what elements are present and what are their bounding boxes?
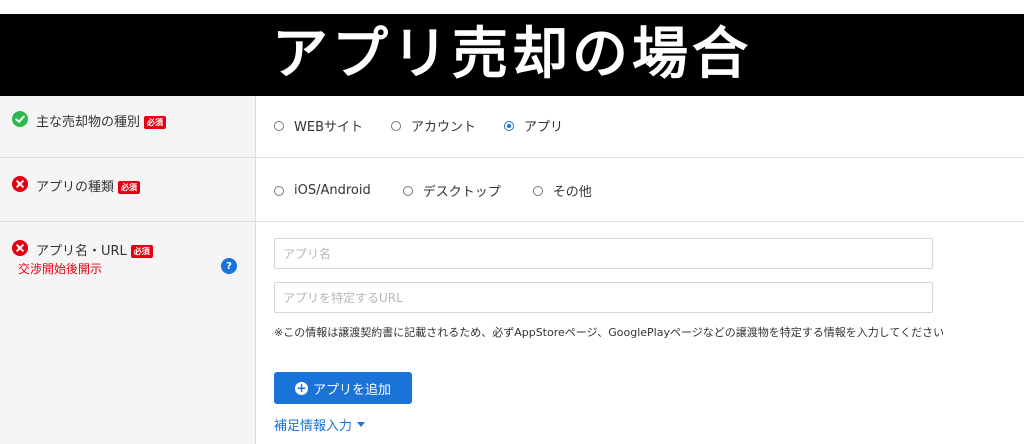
radio-desktop-dot[interactable]	[402, 185, 413, 196]
add-app-button[interactable]: + アプリを追加	[274, 372, 412, 404]
row-sale-type: 主な売却物の種別 必須 WEBサイト アカウント アプリ	[0, 96, 1024, 158]
radio-website-label: WEBサイト	[294, 120, 363, 135]
disclosure-note: ※この情報は譲渡契約書に記載されるため、必ずAppStoreページ、Google…	[274, 326, 945, 339]
required-badge: 必須	[144, 116, 167, 129]
field-app-name-url: ※この情報は譲渡契約書に記載されるため、必ずAppStoreページ、Google…	[256, 222, 1024, 444]
radio-desktop[interactable]: デスクトップ	[402, 181, 501, 200]
help-icon[interactable]: ?	[221, 258, 237, 274]
radio-app[interactable]: アプリ	[504, 116, 563, 135]
row-label-app-name-url: アプリ名・URL 必須 交渉開始後開示 ?	[0, 222, 256, 444]
radio-app-dot[interactable]	[504, 120, 515, 131]
radio-account-label: アカウント	[411, 120, 477, 135]
radio-ios-android[interactable]: iOS/Android	[274, 183, 371, 198]
required-badge: 必須	[130, 245, 153, 258]
reveal-after-negotiation-note: 交渉開始後開示	[18, 262, 103, 276]
app-name-input[interactable]	[274, 238, 933, 269]
radio-other-dot[interactable]	[532, 185, 543, 196]
label-app-name-url: アプリ名・URL 必須	[36, 240, 153, 259]
row-label-app-kind: アプリの種類 必須	[0, 158, 256, 221]
label-app-kind: アプリの種類 必須	[36, 176, 141, 195]
banner: アプリ売却の場合	[0, 14, 1024, 96]
error-icon	[12, 240, 28, 256]
supplementary-info-link[interactable]: 補足情報入力	[274, 415, 366, 434]
radio-account[interactable]: アカウント	[391, 116, 476, 135]
check-icon	[12, 111, 28, 127]
radio-desktop-label: デスクトップ	[422, 185, 501, 200]
row-app-name-url: アプリ名・URL必須 交渉開始後開示 ? ※この情報は譲渡契約書に記載されるため…	[0, 222, 1024, 444]
radio-app-label: アプリ	[524, 120, 564, 135]
radio-other-label: その他	[552, 185, 592, 200]
radio-group-sale-type: WEBサイト アカウント アプリ	[274, 116, 563, 135]
row-app-kind: アプリの種類 必須 iOS/Android デスクトップ その他	[0, 158, 1024, 222]
radio-ios-android-dot[interactable]	[274, 185, 284, 196]
app-url-input[interactable]	[274, 282, 933, 313]
radio-ios-android-label: iOS/Android	[294, 183, 371, 198]
supplementary-info-label: 補足情報入力	[274, 419, 353, 434]
radio-website-dot[interactable]	[274, 120, 284, 131]
banner-title: アプリ売却の場合	[272, 22, 752, 87]
label-app-name-url-text: アプリ名・URL	[36, 244, 127, 259]
row-label-sale-type: 主な売却物の種別 必須	[0, 96, 256, 157]
field-sale-type: WEBサイト アカウント アプリ	[256, 96, 1024, 157]
radio-group-app-kind: iOS/Android デスクトップ その他	[274, 181, 592, 200]
sale-form: 主な売却物の種別 必須 WEBサイト アカウント アプリ アプリの種類 必須 i…	[0, 96, 1024, 444]
label-sale-type-text: 主な売却物の種別	[36, 115, 141, 130]
caret-down-icon	[357, 422, 366, 427]
plus-circle-icon: +	[294, 380, 308, 395]
label-sale-type: 主な売却物の種別 必須	[36, 111, 167, 130]
required-badge: 必須	[118, 181, 141, 194]
add-app-button-label: アプリを追加	[312, 382, 391, 398]
field-app-kind: iOS/Android デスクトップ その他	[256, 158, 1024, 221]
radio-other[interactable]: その他	[532, 181, 592, 200]
label-app-kind-text: アプリの種類	[36, 180, 115, 195]
radio-website[interactable]: WEBサイト	[274, 116, 363, 135]
error-icon	[12, 176, 28, 192]
radio-account-dot[interactable]	[391, 120, 401, 131]
